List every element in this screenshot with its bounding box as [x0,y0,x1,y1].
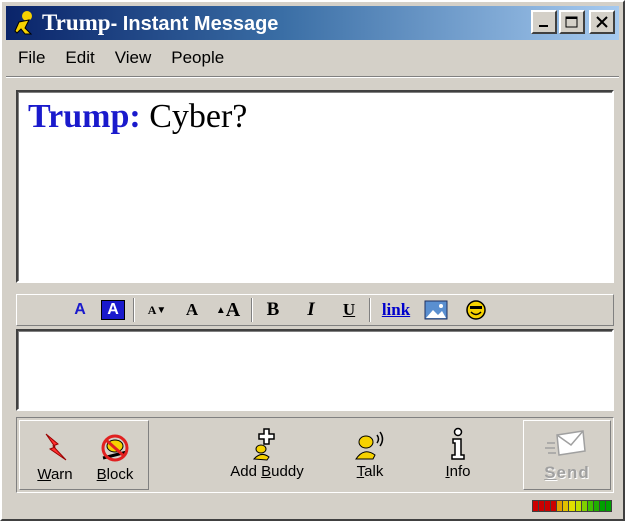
meter-segment [569,501,575,511]
smiley-icon [466,300,486,320]
insert-smiley-button[interactable] [463,297,489,323]
toolbar-separator [369,298,371,322]
background-color-button[interactable]: A [101,300,125,320]
picture-icon [424,300,448,320]
title-buttons [531,10,615,34]
action-bar: Warn Block Add Buddy Talk Info Send [16,417,614,493]
meter-segment [599,501,605,511]
menu-view[interactable]: View [105,48,162,68]
menu-people[interactable]: People [161,48,234,68]
message-text: Cyber? [140,98,248,135]
add-buddy-icon [252,428,275,461]
title-buddy-name: Trump [42,10,111,35]
text-color-button[interactable]: A [69,297,91,323]
add-buddy-button[interactable]: Add Buddy [227,420,307,486]
larger-font-label: A [225,298,241,321]
add-buddy-label: Add Buddy [230,463,304,480]
meter-segment [581,501,587,511]
italic-button[interactable]: I [299,297,323,323]
talk-button[interactable]: Talk [335,420,405,486]
block-button[interactable]: Block [80,423,150,489]
toolbar-separator [251,298,253,322]
close-button[interactable] [589,10,615,34]
meter-segment [539,501,545,511]
minimize-icon [539,25,548,27]
title-bar[interactable]: Trump- Instant Message [6,6,619,40]
warning-level-meter [532,500,612,512]
meter-segment [605,501,612,511]
send-icon [545,430,586,456]
menu-divider [6,76,619,78]
message-line: Trump: Cyber? [28,98,602,136]
send-button[interactable]: Send [532,423,602,489]
menu-file[interactable]: File [8,48,55,68]
talk-icon [355,431,384,460]
lightning-icon [45,433,67,461]
smaller-font-button[interactable]: A ▼ [143,297,171,323]
title-suffix: - Instant Message [110,13,279,35]
im-window: Trump- Instant Message File Edit View Pe… [0,0,625,521]
window-title: Trump- Instant Message [42,10,278,36]
maximize-icon [565,16,578,28]
smaller-font-label: A [147,302,157,317]
menu-edit[interactable]: Edit [55,48,104,68]
info-label: Info [445,463,471,480]
menu-bar: File Edit View People [8,44,234,72]
formatting-toolbar: A A A ▼ A ▲ A B I U link [16,294,614,326]
conversation-pane[interactable]: Trump: Cyber? [16,90,614,283]
send-group: Send [523,420,611,490]
info-icon [451,427,465,460]
insert-link-button[interactable]: link [379,297,413,323]
warn-block-group: Warn Block [19,420,149,490]
insert-picture-button[interactable] [423,297,449,323]
normal-font-button[interactable]: A [181,297,203,323]
meter-segment [557,501,563,511]
close-icon [596,16,608,28]
meter-segment [593,501,599,511]
running-man-icon[interactable] [10,8,40,38]
send-label: Send [544,463,590,482]
minimize-button[interactable] [531,10,557,34]
toolbar-separator [133,298,135,322]
info-button[interactable]: Info [423,420,493,486]
arrow-down-icon: ▼ [156,304,167,316]
maximize-button[interactable] [559,10,585,34]
meter-segment [587,501,593,511]
block-icon [101,434,129,462]
larger-font-button[interactable]: ▲ A [213,297,243,323]
meter-segment [563,501,569,511]
underline-button[interactable]: U [337,297,361,323]
block-label: Block [96,466,134,483]
meter-segment [551,501,557,511]
meter-segment [533,501,539,511]
message-sender: Trump: [28,98,141,135]
talk-label: Talk [356,463,384,480]
warn-label: Warn [37,466,73,483]
compose-pane [16,329,614,411]
meter-segment [575,501,581,511]
arrow-up-icon: ▲ [215,304,226,316]
bold-button[interactable]: B [261,297,285,323]
meter-segment [545,501,551,511]
compose-input[interactable] [18,331,612,409]
